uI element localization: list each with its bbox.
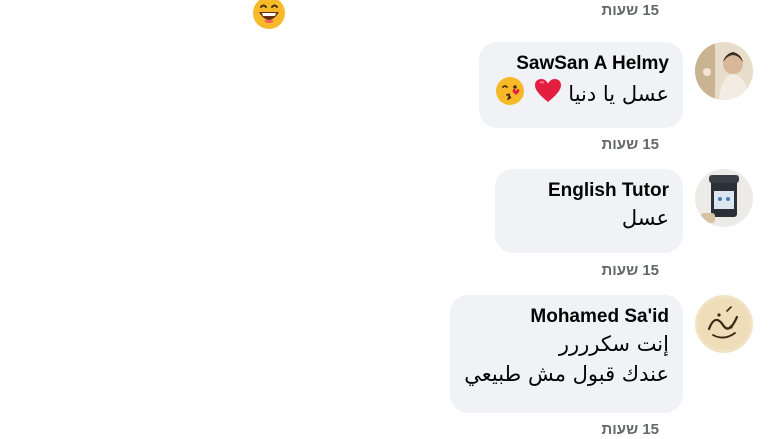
avatar[interactable] bbox=[695, 169, 753, 227]
comment-bubble: Mohamed Sa'id إنت سكرررر عندك قبول مش طب… bbox=[450, 295, 683, 413]
face-blowing-kiss-icon bbox=[495, 76, 525, 114]
comment-author[interactable]: Mohamed Sa'id bbox=[464, 305, 669, 329]
red-heart-icon bbox=[534, 78, 562, 112]
comment-timestamp[interactable]: 15 שעות bbox=[602, 136, 660, 153]
comment-text: عسل bbox=[621, 206, 669, 230]
comment-text-content: عسل يا دنيا bbox=[568, 82, 669, 106]
comment-timestamp[interactable]: 15 שעות bbox=[602, 262, 660, 279]
comment-timestamp[interactable]: 15 שעות bbox=[602, 2, 660, 19]
comment-timestamp[interactable]: 15 שעות bbox=[602, 421, 660, 438]
avatar[interactable] bbox=[695, 42, 753, 100]
comment-text-line: عندك قبول مش طبيعي bbox=[464, 362, 669, 386]
comment-bubble: English Tutor عسل bbox=[495, 169, 683, 253]
grinning-face-emoji-icon bbox=[252, 0, 286, 35]
comment-text: عسل يا دنيا bbox=[493, 76, 669, 114]
comment-text-line: إنت سكرررر bbox=[558, 332, 669, 356]
avatar[interactable] bbox=[695, 295, 753, 353]
comments-thread: 15 שעות SawSan A Helmy عسل يا دنيا 15 שע… bbox=[0, 0, 779, 439]
comment-author[interactable]: SawSan A Helmy bbox=[493, 52, 669, 76]
comment-bubble: SawSan A Helmy عسل يا دنيا bbox=[478, 42, 683, 128]
comment-author[interactable]: English Tutor bbox=[509, 179, 669, 203]
